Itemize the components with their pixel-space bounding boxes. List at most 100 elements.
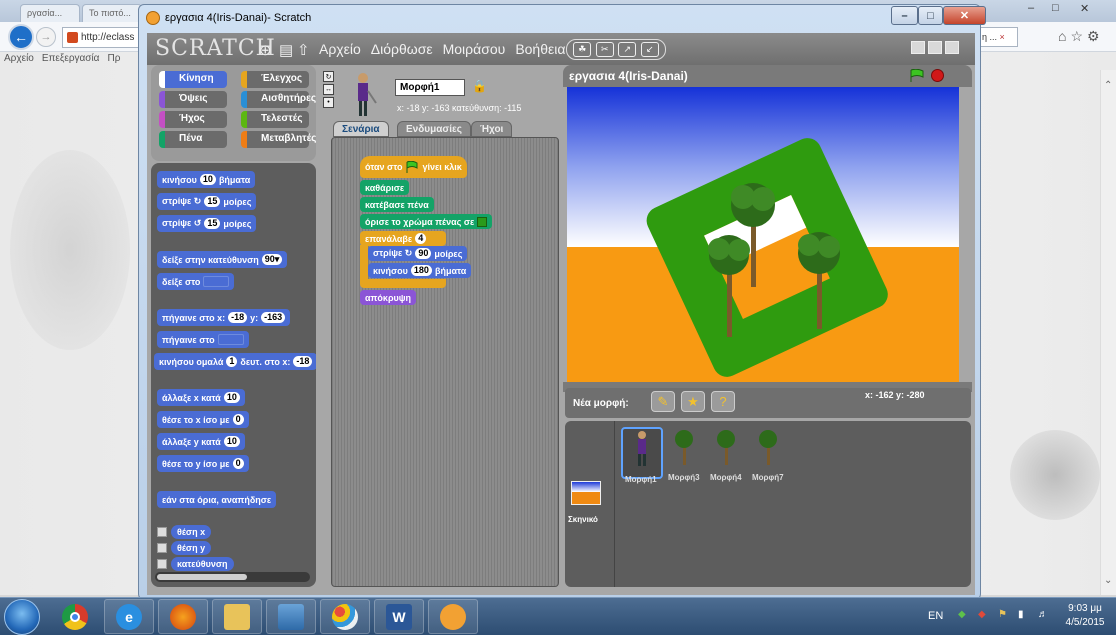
settings-gear-icon[interactable]: ⚙ [1087, 28, 1104, 44]
block-glide[interactable]: κινήσου ομαλά 1 δευτ. στο x: -18 [154, 353, 316, 370]
clock-time[interactable]: 9:03 μμ [1062, 603, 1108, 614]
signal-bars-icon[interactable]: ▮ [1018, 609, 1032, 623]
choose-sprite-file-icon[interactable]: ★ [681, 391, 705, 412]
reporter-x-position[interactable]: θέση x [171, 525, 212, 539]
network-icon[interactable]: ◆ [978, 609, 992, 623]
sprite-thumb-morfi4[interactable]: Μορφή4 [707, 427, 749, 482]
block-number-input[interactable]: 10 [223, 436, 240, 447]
block-clear[interactable]: καθάρισε [360, 180, 410, 195]
flag-notification-icon[interactable]: ⚑ [998, 609, 1012, 623]
reporter-direction[interactable]: κατεύθυνση [171, 557, 234, 571]
chrome-taskbar-button[interactable] [50, 599, 100, 634]
globe-language-icon[interactable]: ⊕ [259, 41, 272, 59]
windows-start-icon[interactable] [4, 599, 40, 635]
block-number-input[interactable]: 1 [226, 356, 238, 367]
browser-close-icon[interactable]: ✕ [1080, 2, 1089, 15]
block-turn[interactable]: στρίψε ↻ 90 μοίρες [368, 246, 468, 261]
block-number-input[interactable]: 15 [204, 196, 221, 207]
block-move[interactable]: κινήσου 180 βήματα [368, 263, 472, 278]
stage-canvas[interactable] [567, 87, 959, 382]
block-goto[interactable]: πήγαινε στο [157, 331, 249, 348]
block-change-y[interactable]: άλλαξε y κατά 10 [157, 433, 245, 450]
tab-costumes[interactable]: Ενδυμασίες [397, 121, 471, 137]
left-right-flip-icon[interactable]: ↔ [323, 84, 334, 95]
delete-scissors-icon[interactable]: ✂ [595, 42, 614, 57]
save-disk-icon[interactable]: ▤ [279, 41, 293, 59]
block-dropdown[interactable] [203, 276, 230, 287]
menu-file[interactable]: Αρχείο [319, 41, 361, 57]
category-operators[interactable]: Τελεστές [241, 111, 309, 128]
sprite-thumb-morfi1[interactable]: Μορφή1 [621, 427, 663, 484]
scripts-area[interactable]: όταν στο γίνει κλικ καθάρισε κατέβασε πέ… [331, 137, 559, 587]
block-move-steps[interactable]: κινήσου 10 βήματα [157, 171, 256, 188]
green-flag-icon[interactable] [909, 69, 925, 82]
lock-icon[interactable]: 🔒 [472, 79, 487, 93]
block-turn-cw[interactable]: στρίψε ↻ 15 μοίρες [157, 193, 257, 210]
block-change-x[interactable]: άλλαξε x κατά 10 [157, 389, 245, 406]
checkbox-y-position[interactable] [157, 543, 167, 553]
internet-explorer-taskbar-button[interactable]: e [104, 599, 154, 634]
block-number-input[interactable]: 0 [232, 414, 244, 425]
forward-arrow-icon[interactable]: → [36, 27, 56, 47]
block-dropdown[interactable] [217, 334, 244, 345]
normal-stage-icon[interactable] [928, 41, 942, 54]
browser-scrollbar[interactable]: ⌃ ⌄ [1100, 70, 1116, 595]
browser-tab[interactable]: Το πιστό... [82, 4, 142, 22]
block-number-input[interactable]: -18 [293, 356, 313, 367]
block-set-x[interactable]: θέσε το x ίσο με 0 [157, 411, 249, 428]
block-number-input[interactable]: 10 [223, 392, 240, 403]
browser-maximize-icon[interactable]: □ [1052, 2, 1059, 14]
clock-date[interactable]: 4/5/2015 [1062, 617, 1108, 628]
reporter-y-position[interactable]: θέση y [171, 541, 212, 555]
stop-sign-icon[interactable] [931, 69, 944, 82]
category-control[interactable]: Έλεγχος [241, 71, 309, 88]
block-hide[interactable]: απόκρυψη [360, 290, 417, 305]
scratch-taskbar-button[interactable] [428, 599, 478, 634]
hat-when-flag-clicked[interactable]: όταν στο γίνει κλικ [360, 156, 467, 178]
category-motion[interactable]: Κίνηση [159, 71, 227, 88]
menu-share[interactable]: Μοιράσου [443, 41, 506, 57]
photos-taskbar-button[interactable] [266, 599, 316, 634]
word-taskbar-button[interactable]: W [374, 599, 424, 634]
language-indicator[interactable]: EN [928, 610, 943, 622]
palette-scrollbar[interactable] [155, 572, 310, 582]
grow-icon[interactable]: ↗ [618, 42, 637, 57]
block-number-input[interactable]: -18 [228, 312, 248, 323]
small-stage-icon[interactable] [911, 41, 925, 54]
scroll-thumb[interactable] [157, 574, 247, 580]
sprite-thumb-morfi3[interactable]: Μορφή3 [665, 427, 707, 482]
pen-color-swatch[interactable] [477, 216, 488, 227]
maximize-button[interactable]: □ [918, 6, 943, 25]
duplicate-stamp-icon[interactable]: ☘ [573, 42, 592, 57]
share-upload-icon[interactable]: ⇧ [297, 41, 310, 59]
browser-menu-more[interactable]: Πρ [107, 53, 120, 69]
block-number-input[interactable]: 180 [410, 265, 432, 276]
favorites-star-icon[interactable]: ☆ [1070, 28, 1087, 44]
paint-taskbar-button[interactable] [320, 599, 370, 634]
sprite-thumb-morfi7[interactable]: Μορφή7 [749, 427, 791, 482]
block-pen-down[interactable]: κατέβασε πένα [360, 197, 434, 212]
browser-menu-edit[interactable]: Επεξεργασία [42, 53, 100, 69]
tab-close-icon[interactable]: × [1000, 32, 1005, 42]
block-number-input[interactable]: 10 [199, 174, 216, 185]
stage-thumbnail[interactable] [571, 481, 601, 505]
block-point-direction[interactable]: δείξε στην κατεύθυνση 90▾ [157, 251, 288, 268]
block-number-input[interactable]: 90 [415, 248, 432, 259]
menu-help[interactable]: Βοήθεια [515, 41, 565, 57]
category-pen[interactable]: Πένα [159, 131, 227, 148]
scroll-up-icon[interactable]: ⌃ [1104, 80, 1112, 91]
browser-active-tab[interactable]: η ... × [978, 27, 1018, 47]
random-sprite-icon[interactable]: ? [711, 391, 735, 412]
address-bar[interactable]: http://eclass [62, 27, 142, 48]
block-set-y[interactable]: θέσε το y ίσο με 0 [157, 455, 249, 472]
tab-scripts[interactable]: Σενάρια [333, 121, 389, 137]
block-number-input[interactable]: -163 [261, 312, 286, 323]
minimize-button[interactable]: – [891, 6, 918, 25]
no-rotate-icon[interactable]: • [323, 97, 334, 108]
firefox-taskbar-button[interactable] [158, 599, 208, 634]
file-explorer-taskbar-button[interactable] [212, 599, 262, 634]
browser-menu-file[interactable]: Αρχείο [4, 53, 34, 69]
block-number-input[interactable]: 15 [204, 218, 221, 229]
browser-tab[interactable]: ργασία... [20, 4, 80, 22]
block-turn-ccw[interactable]: στρίψε ↺ 15 μοίρες [157, 215, 257, 232]
